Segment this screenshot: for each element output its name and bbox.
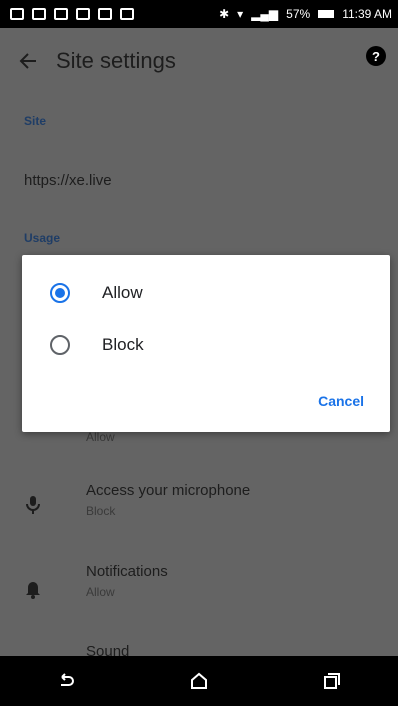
setting-title: Access your microphone	[86, 482, 251, 499]
setting-item-notifications[interactable]: Notifications Allow	[0, 563, 398, 621]
permission-dialog: Allow Block Cancel	[22, 255, 390, 432]
bell-icon	[26, 582, 40, 599]
recents-nav-button[interactable]	[308, 657, 356, 705]
setting-value: Allow	[86, 585, 115, 599]
site-section-label: Site	[24, 114, 47, 128]
option-allow[interactable]: Allow	[22, 267, 390, 319]
battery-percent: 57%	[286, 7, 311, 21]
mail-icon	[32, 8, 46, 20]
help-icon[interactable]: ?	[366, 46, 386, 66]
back-nav-icon	[61, 673, 75, 686]
navigation-bar	[0, 656, 398, 706]
app-notification-icon	[54, 8, 68, 20]
usage-section-label: Usage	[24, 231, 61, 245]
app-notification-icon	[76, 8, 90, 20]
clock: 11:39 AM	[342, 7, 392, 21]
wifi-icon: ▾	[237, 7, 244, 21]
signal-icon: ▂▄▆	[251, 7, 279, 21]
recents-icon	[323, 673, 340, 689]
home-nav-button[interactable]	[175, 657, 223, 705]
radio-unchecked-icon[interactable]	[50, 335, 70, 355]
radio-checked-icon[interactable]	[50, 283, 70, 303]
status-bar: ✱ ▾ ▂▄▆ 57% 11:39 AM	[0, 0, 398, 28]
option-label: Block	[102, 335, 144, 354]
page-title: Site settings	[56, 48, 176, 73]
setting-item-microphone[interactable]: Access your microphone Block	[0, 482, 398, 540]
back-arrow-icon[interactable]	[0, 33, 56, 89]
bluetooth-icon: ✱	[219, 7, 230, 21]
notification-icons	[0, 8, 134, 20]
notification-icon	[10, 8, 24, 20]
app-bar: Site settings ?	[0, 28, 398, 94]
cancel-button[interactable]: Cancel	[318, 393, 364, 409]
image-icon	[120, 8, 134, 20]
microphone-icon	[26, 496, 40, 514]
option-label: Allow	[102, 283, 143, 302]
setting-value: Allow	[86, 430, 115, 444]
setting-title: Notifications	[86, 563, 168, 580]
battery-icon	[318, 10, 335, 18]
home-icon	[190, 672, 207, 689]
option-block[interactable]: Block	[22, 319, 390, 371]
setting-value: Block	[86, 504, 116, 518]
app-notification-icon	[98, 8, 112, 20]
back-nav-button[interactable]	[42, 657, 90, 705]
site-url: https://xe.live	[24, 172, 112, 189]
